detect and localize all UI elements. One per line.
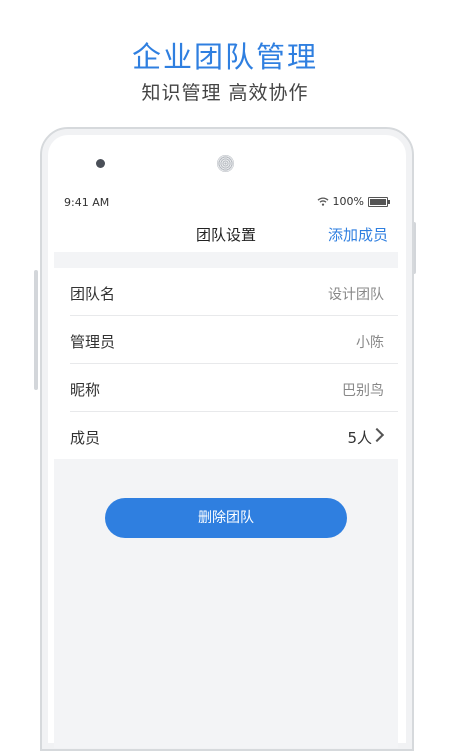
- status-right: 100%: [317, 195, 390, 208]
- row-value: 小陈: [356, 335, 384, 351]
- battery-percent: 100%: [332, 195, 364, 208]
- battery-icon: [368, 196, 390, 207]
- promo-subtitle: 知识管理 高效协作: [141, 82, 309, 104]
- delete-team-button[interactable]: 删除团队: [105, 498, 347, 538]
- phone-side-button-left: [34, 270, 38, 390]
- row-value: 5人: [347, 429, 372, 447]
- nav-bar: 团队设置 添加成员: [54, 212, 398, 252]
- row-label: 团队名: [70, 285, 116, 303]
- nickname-row[interactable]: 昵称 巴别鸟: [70, 364, 398, 412]
- phone-screen: 9:41 AM 100% 团队设置 添加成员 团队名 设计团队 管理员 小陈 昵…: [54, 188, 398, 748]
- team-name-row[interactable]: 团队名 设计团队: [70, 268, 398, 316]
- settings-list: 团队名 设计团队 管理员 小陈 昵称 巴别鸟 成员 5人: [54, 268, 398, 459]
- row-label: 成员: [70, 429, 101, 447]
- status-time: 9:41 AM: [64, 196, 110, 209]
- promo-title: 企业团队管理: [131, 40, 318, 74]
- chevron-right-icon: [369, 427, 385, 443]
- camera-icon: [96, 159, 105, 168]
- wifi-icon: [317, 197, 329, 206]
- status-bar: 9:41 AM 100%: [54, 188, 398, 212]
- admin-row[interactable]: 管理员 小陈: [70, 316, 398, 364]
- row-label: 昵称: [70, 381, 101, 399]
- speaker-icon: [217, 155, 234, 172]
- members-row[interactable]: 成员 5人: [70, 412, 398, 459]
- row-value: 设计团队: [328, 287, 384, 303]
- phone-frame: 9:41 AM 100% 团队设置 添加成员 团队名 设计团队 管理员 小陈 昵…: [40, 127, 414, 751]
- row-value: 巴别鸟: [342, 383, 384, 399]
- row-label: 管理员: [70, 333, 116, 351]
- add-member-button[interactable]: 添加成员: [328, 224, 388, 245]
